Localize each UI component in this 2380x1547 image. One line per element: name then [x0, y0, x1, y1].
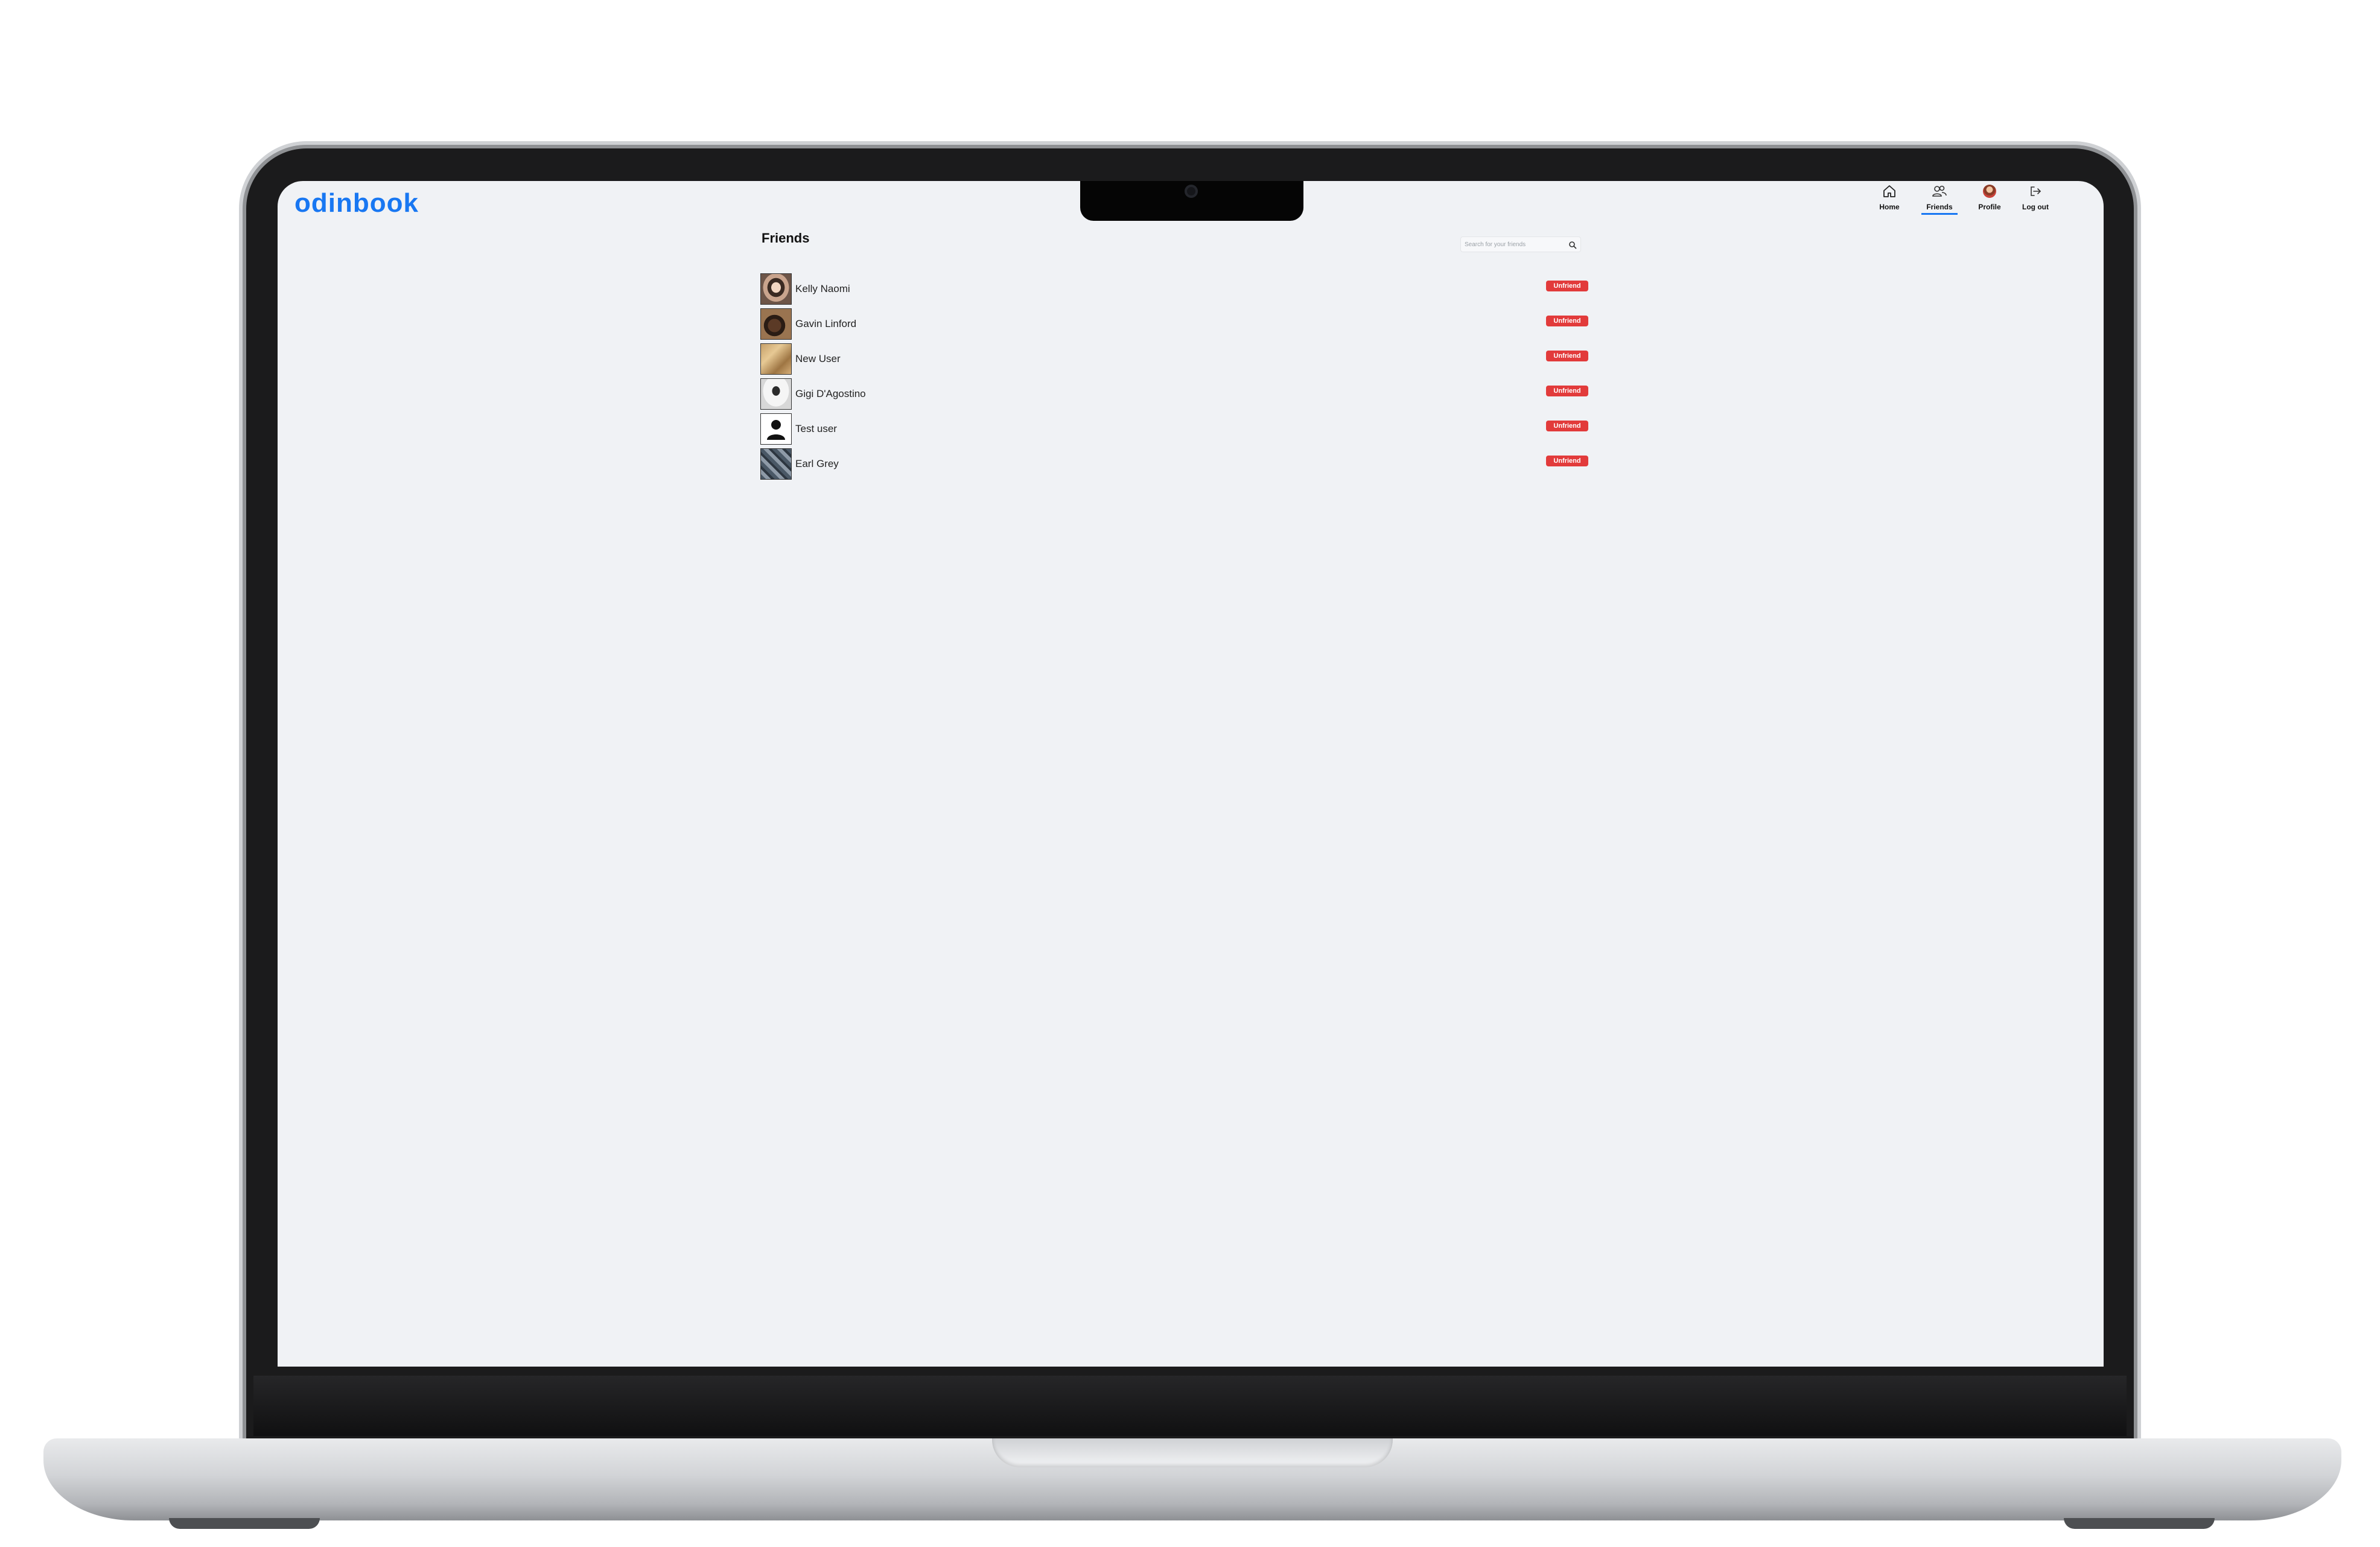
friends-icon — [1932, 183, 1947, 199]
friend-name[interactable]: Test user — [795, 423, 837, 435]
list-item: Gigi D'Agostino Unfriend — [760, 376, 1593, 411]
default-user-icon — [767, 420, 785, 440]
home-icon — [1882, 183, 1897, 199]
nav-friends[interactable]: Friends — [1921, 183, 1958, 215]
friends-search — [1460, 237, 1581, 252]
list-item: Test user Unfriend — [760, 411, 1593, 446]
trackpad-notch — [992, 1438, 1393, 1467]
laptop-foot-right — [2064, 1518, 2215, 1529]
friend-name[interactable]: Gigi D'Agostino — [795, 388, 866, 400]
search-icon[interactable] — [1568, 241, 1577, 249]
friend-name[interactable]: Kelly Naomi — [795, 283, 850, 295]
app-logo[interactable]: odinbook — [294, 188, 419, 218]
unfriend-button[interactable]: Unfriend — [1546, 386, 1588, 396]
unfriend-button[interactable]: Unfriend — [1546, 281, 1588, 291]
friend-name[interactable]: New User — [795, 353, 841, 365]
avatar[interactable] — [760, 448, 792, 480]
avatar[interactable] — [760, 273, 792, 305]
nav-home-label: Home — [1879, 203, 1900, 211]
unfriend-button[interactable]: Unfriend — [1546, 316, 1588, 326]
nav-profile[interactable]: Profile — [1976, 183, 2003, 215]
search-input[interactable] — [1461, 237, 1571, 252]
list-item: Kelly Naomi Unfriend — [760, 272, 1593, 307]
logout-icon — [2028, 183, 2043, 199]
nav-friends-label: Friends — [1926, 203, 1953, 211]
avatar[interactable] — [760, 308, 792, 340]
laptop-foot-left — [169, 1518, 320, 1529]
avatar[interactable] — [760, 343, 792, 375]
list-item: Earl Grey Unfriend — [760, 446, 1593, 481]
nav-logout-label: Log out — [2022, 203, 2049, 211]
page-title: Friends — [762, 230, 810, 246]
friend-name[interactable]: Gavin Linford — [795, 318, 856, 330]
friends-list: Kelly Naomi Unfriend Gavin Linford Unfri… — [760, 272, 1593, 481]
unfriend-button[interactable]: Unfriend — [1546, 351, 1588, 361]
unfriend-button[interactable]: Unfriend — [1546, 456, 1588, 466]
friend-name[interactable]: Earl Grey — [795, 458, 839, 470]
avatar[interactable] — [760, 413, 792, 445]
unfriend-button[interactable]: Unfriend — [1546, 421, 1588, 431]
top-nav: Home Friends Profile Log out — [1876, 183, 2049, 215]
profile-avatar — [1982, 183, 1997, 199]
laptop-bezel — [253, 1376, 2127, 1436]
nav-logout[interactable]: Log out — [2022, 183, 2049, 215]
nav-profile-label: Profile — [1978, 203, 2001, 211]
list-item: New User Unfriend — [760, 341, 1593, 376]
list-item: Gavin Linford Unfriend — [760, 307, 1593, 341]
nav-home[interactable]: Home — [1876, 183, 1903, 215]
app-screen: odinbook Home Friends Profile Log out Fr… — [278, 181, 2104, 1367]
camera-icon — [1185, 185, 1198, 198]
avatar[interactable] — [760, 378, 792, 410]
